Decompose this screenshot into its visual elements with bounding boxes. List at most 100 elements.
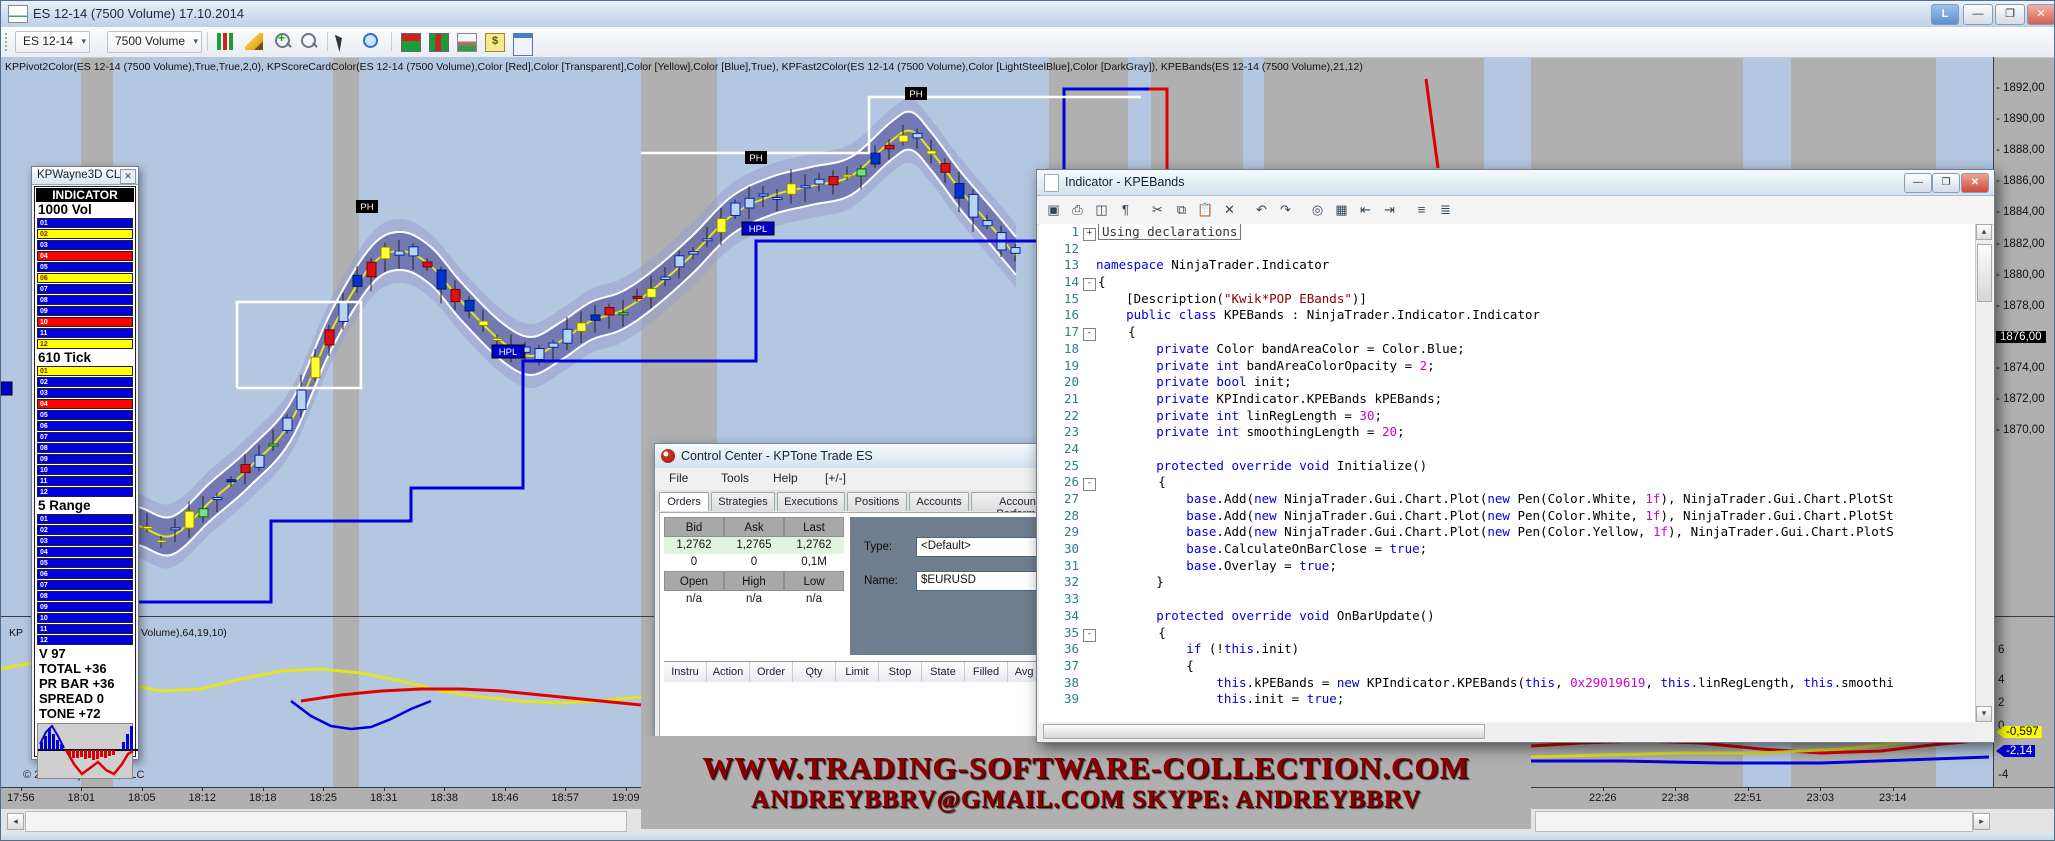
cut-icon[interactable]: ✂ [1149,201,1166,218]
order-column-stop[interactable]: Stop [879,662,922,682]
cursor-icon[interactable] [335,32,350,52]
order-column-order[interactable]: Order [750,662,793,682]
save-icon[interactable]: ▣ [1045,201,1062,218]
horizontal-scrollbar[interactable] [25,811,627,832]
find-icon[interactable]: ◎ [1309,201,1326,218]
order-column-state[interactable]: State [922,662,965,682]
print-preview-icon[interactable]: ◫ [1093,201,1110,218]
order-column-filled[interactable]: Filled [965,662,1008,682]
editor-vertical-scrollbar[interactable]: ▴ ▾ [1975,224,1992,722]
tab-positions[interactable]: Positions [847,492,907,511]
window-titlebar[interactable]: ES 12-14 (7500 Volume) 17.10.2014 L — ❐ … [1,1,2055,28]
dollar-icon[interactable]: $ [485,33,505,52]
zoom-in-icon[interactable] [275,33,290,48]
find-symbol-icon[interactable]: ¶ [1117,201,1134,218]
fold-toggle-icon[interactable]: - [1083,328,1096,341]
code-area[interactable]: 1+Using declarations1213namespace NinjaT… [1039,224,1976,722]
undo-icon[interactable]: ↶ [1253,201,1270,218]
time-axis-label: 23:03 [1807,792,1835,804]
area-chart-icon[interactable] [457,33,477,52]
kpwayne3d-close-icon[interactable]: ✕ [120,169,136,184]
editor-horizontal-scrollbar[interactable] [1039,723,1976,739]
fold-toggle-icon[interactable]: + [1083,228,1096,241]
menu-help[interactable]: Help [773,471,798,485]
order-column-qty[interactable]: Qty [793,662,836,682]
line-number: 39 [1039,691,1083,706]
toolbar-grip[interactable] [5,33,11,51]
tab-accounts[interactable]: Accounts [909,492,969,511]
hpl-label: HPL [492,345,524,358]
price-axis-label: - 1870,00 [1996,424,2045,436]
replace-icon[interactable]: ▦ [1333,201,1350,218]
zoom-out-icon[interactable] [301,33,316,48]
paste-icon[interactable]: 📋 [1197,201,1214,218]
magnifier-icon[interactable] [363,33,378,48]
horizontal-scrollbar-right[interactable] [1535,811,1973,832]
time-axis-label: 18:05 [128,792,156,804]
hscroll-thumb[interactable] [1043,724,1485,739]
menu-[interactable]: [+/-] [825,471,846,485]
scroll-up-arrow-icon[interactable]: ▴ [1976,224,1992,240]
scroll-right-arrow-icon[interactable]: ▸ [1973,813,1990,830]
fold-toggle-icon[interactable]: - [1083,278,1096,291]
close-button[interactable]: ✕ [2027,4,2055,25]
delete-icon[interactable]: ✕ [1221,201,1238,218]
editor-titlebar[interactable]: Indicator - KPEBands [1037,170,1994,196]
price-axis[interactable]: - 1892,00- 1890,00- 1888,00- 1886,00- 18… [1993,57,2055,787]
order-column-instru[interactable]: Instru [664,662,707,682]
instrument-select[interactable]: ES 12-14 [15,31,90,53]
scroll-left-arrow-icon[interactable]: ◂ [7,813,24,830]
copy-icon[interactable]: ⧉ [1173,201,1190,218]
line-number: 12 [1039,241,1083,256]
grid-panel-icon[interactable] [513,33,533,56]
redo-icon[interactable]: ↷ [1277,201,1294,218]
code-line: 30 base.CalculateOnBarClose = true; [1039,541,1976,558]
line-number: 32 [1039,574,1083,589]
price-axis-label: - 1886,00 [1996,175,2045,187]
candlestick-style-icon[interactable] [215,33,233,50]
line-number: 37 [1039,658,1083,673]
order-column-limit[interactable]: Limit [836,662,879,682]
market-grid-cell: 0,1M [784,554,844,571]
menu-tools[interactable]: Tools [721,471,749,485]
price-axis-label: - 1892,00 [1996,82,2045,94]
kpwayne3d-panel: KPWayne3D CL ✕ INDICATOR 1000 Vol0102030… [31,166,139,760]
fold-toggle-icon[interactable]: - [1083,478,1096,491]
bars-window-icon[interactable] [429,33,449,52]
scroll-down-arrow-icon[interactable]: ▾ [1976,706,1992,722]
fold-toggle-icon[interactable]: - [1083,629,1096,642]
print-icon[interactable]: ⎙ [1069,201,1086,218]
interval-select[interactable]: 7500 Volume [107,31,202,53]
comment-icon[interactable]: ≡ [1413,201,1430,218]
collapsed-region[interactable]: Using declarations [1098,224,1241,240]
vscroll-thumb[interactable] [1977,244,1992,302]
minimize-button[interactable]: — [1963,4,1993,25]
control-center-tabs: OrdersStrategiesExecutionsPositionsAccou… [655,490,1047,512]
indent-icon[interactable]: ⇥ [1381,201,1398,218]
menu-file[interactable]: File [669,471,688,485]
maximize-button[interactable]: ❐ [1995,4,2025,25]
tab-strategies[interactable]: Strategies [711,492,775,511]
market-rows-icon[interactable] [401,33,421,52]
outdent-icon[interactable]: ⇤ [1357,201,1374,218]
line-number: 38 [1039,675,1083,690]
tab-orders[interactable]: Orders [659,492,709,511]
editor-close-button[interactable]: ✕ [1961,173,1989,193]
instrument-link-button[interactable]: L [1931,4,1959,25]
pencil-draw-icon[interactable] [245,33,263,50]
tab-executions[interactable]: Executions [777,492,845,511]
market-grid-cell: Low [784,571,844,591]
market-grid-cell: 1,2762 [784,537,844,554]
indicator-row: 04 [37,251,133,261]
line-number: 19 [1039,358,1083,373]
account-type-select[interactable]: <Default> [916,537,1052,557]
editor-minimize-button[interactable]: — [1904,173,1932,193]
control-center-titlebar[interactable]: Control Center - KPTone Trade ES [655,444,1047,469]
uncomment-icon[interactable]: ≣ [1437,201,1454,218]
chart-window-icon [8,5,28,23]
editor-maximize-button[interactable]: ❐ [1932,173,1960,193]
order-column-action[interactable]: Action [707,662,750,682]
session-band [359,57,641,787]
atm-name-input[interactable]: $EURUSD [916,571,1052,591]
line-number: 21 [1039,391,1083,406]
